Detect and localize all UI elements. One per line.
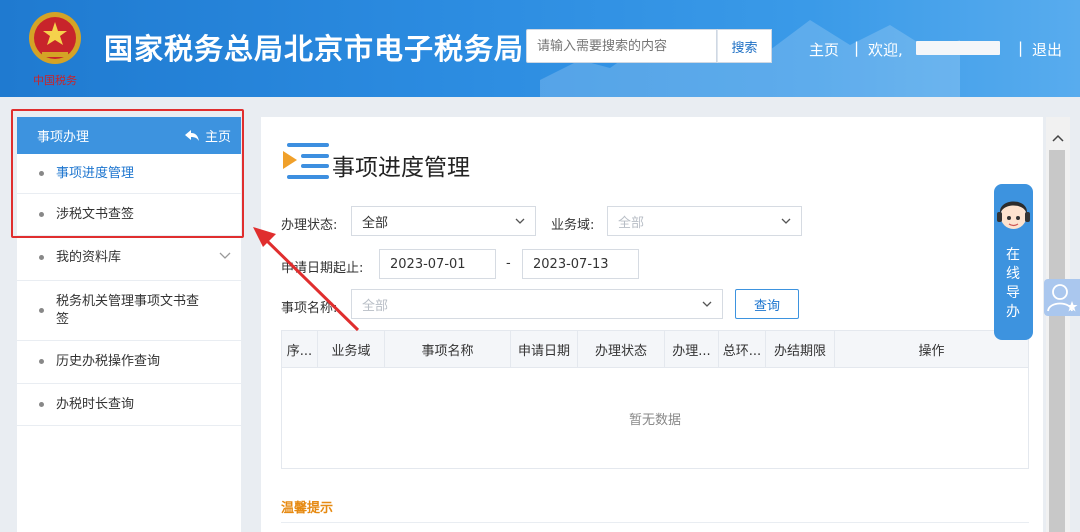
column-header[interactable]: 序...	[282, 331, 318, 367]
customer-service-avatar-icon	[997, 201, 1030, 229]
query-button[interactable]: 查询	[735, 289, 799, 319]
tax-emblem-logo: 中国税务	[29, 12, 81, 87]
sidebar-item-authority-docs[interactable]: 税务机关管理事项文书查签	[17, 281, 241, 341]
chevron-down-icon	[781, 218, 791, 224]
status-select-value: 全部	[362, 215, 389, 231]
page-title: 事项进度管理	[332, 155, 470, 181]
online-guide-widget[interactable]: 在线导办	[994, 184, 1033, 340]
scroll-up-icon[interactable]	[1052, 134, 1064, 142]
chevron-down-icon[interactable]	[219, 252, 231, 260]
sidebar-item-label: 税务机关管理事项文书查签	[56, 293, 200, 327]
sidebar-section-title: 事项办理	[37, 130, 90, 145]
item-name-select[interactable]: 全部	[351, 289, 723, 319]
left-sidebar: 事项办理 主页 事项进度管理 涉税文书查签 我的资料库 税务机关管理事项文书查签…	[17, 117, 241, 532]
bullet-icon	[39, 307, 44, 313]
chevron-down-icon	[702, 301, 712, 307]
user-star-icon	[1047, 284, 1078, 312]
sidebar-item-label: 办税时长查询	[56, 396, 135, 412]
tip-title: 温馨提示	[281, 501, 334, 516]
column-header[interactable]: 办结期限	[766, 331, 835, 367]
nav-separator: |	[854, 39, 860, 57]
date-from-input[interactable]: 2023-07-01	[379, 249, 496, 279]
date-range-label: 申请日期起止:	[281, 261, 364, 276]
empty-state-text: 暂无数据	[628, 412, 681, 428]
column-header[interactable]: 办理...	[665, 331, 719, 367]
column-header[interactable]: 办理状态	[578, 331, 665, 367]
sidebar-item-label: 历史办税操作查询	[56, 354, 161, 369]
site-title: 国家税务总局北京市电子税务局	[104, 32, 525, 66]
search-button[interactable]: 搜索	[717, 29, 772, 63]
sidebar-item-library[interactable]: 我的资料库	[17, 236, 241, 281]
item-name-placeholder: 全部	[362, 298, 389, 314]
chevron-down-icon	[515, 218, 525, 224]
reply-arrow-icon	[184, 130, 199, 141]
nav-separator: |	[1018, 39, 1024, 57]
column-header[interactable]: 业务域	[318, 331, 385, 367]
sidebar-header: 事项办理 主页	[17, 117, 241, 154]
list-play-icon	[283, 143, 329, 179]
sidebar-item-duration[interactable]: 办税时长查询	[17, 384, 241, 426]
search-input[interactable]	[526, 29, 717, 63]
logout-link[interactable]: 退出	[1032, 39, 1062, 60]
status-select[interactable]: 全部	[351, 206, 536, 236]
sidebar-home-label: 主页	[204, 130, 231, 145]
sidebar-item-documents[interactable]: 涉税文书查签	[17, 194, 241, 236]
item-name-label: 事项名称:	[281, 301, 338, 316]
column-header[interactable]: 总环...	[719, 331, 766, 367]
divider	[281, 522, 1029, 523]
masked-username	[916, 41, 1000, 55]
column-header[interactable]: 申请日期	[511, 331, 578, 367]
bullet-icon	[39, 401, 44, 407]
bullet-icon	[39, 255, 44, 260]
column-header[interactable]: 事项名称	[385, 331, 511, 367]
scrollbar-thumb[interactable]	[1049, 150, 1065, 532]
bullet-icon	[39, 359, 44, 364]
sidebar-item-label: 事项进度管理	[56, 165, 135, 181]
sidebar-item-label: 涉税文书查签	[56, 206, 135, 222]
sidebar-item-history[interactable]: 历史办税操作查询	[17, 341, 241, 384]
sidebar-home-link[interactable]: 主页	[184, 126, 231, 145]
domain-label: 业务域:	[551, 218, 595, 233]
home-link[interactable]: 主页	[809, 39, 839, 60]
results-table: 序... 业务域 事项名称 申请日期 办理状态 办理... 总环... 办结期限…	[281, 330, 1029, 469]
status-label: 办理状态:	[281, 218, 338, 233]
sidebar-item-label: 我的资料库	[56, 250, 122, 265]
emblem-caption: 中国税务	[33, 73, 77, 87]
domain-select-placeholder: 全部	[618, 215, 645, 231]
domain-select[interactable]: 全部	[607, 206, 802, 236]
welcome-text: 欢迎,	[868, 41, 903, 59]
sidebar-item-progress[interactable]: 事项进度管理	[17, 154, 241, 194]
date-separator: -	[506, 256, 511, 271]
bullet-icon	[39, 211, 44, 217]
date-to-input[interactable]: 2023-07-13	[522, 249, 639, 279]
user-profile-widget[interactable]	[1044, 279, 1080, 316]
bullet-icon	[39, 170, 44, 176]
table-header: 序... 业务域 事项名称 申请日期 办理状态 办理... 总环... 办结期限…	[282, 331, 1028, 368]
online-guide-label: 在线导办	[1006, 247, 1020, 320]
